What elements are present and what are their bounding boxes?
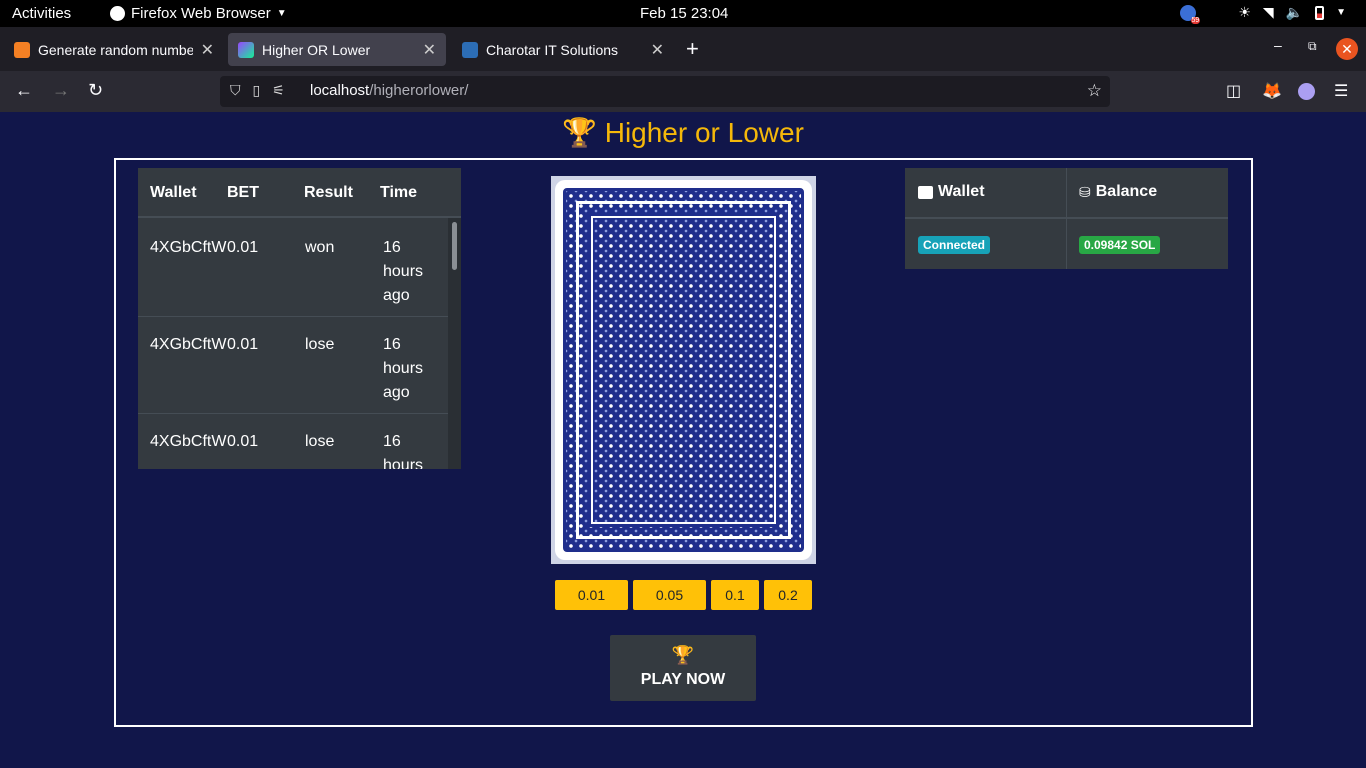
playing-card-back [551, 176, 816, 564]
firefox-icon [110, 6, 125, 21]
shield-icon[interactable]: ⛉ [230, 82, 241, 99]
tab-charotar[interactable]: Charotar IT Solutions ✕ [452, 33, 674, 66]
app-menu[interactable]: Firefox Web Browser ▼ [110, 5, 287, 22]
nav-bar: ← → ↻ ⛉ ▯ ⚟ localhost/higherorlower/ ☆ ◫… [0, 71, 1366, 112]
row-time: 16 hours ago [383, 239, 424, 304]
url-path: /higherorlower/ [369, 82, 469, 99]
table-row: 4XGbCftW 0.01 lose 16 hours ago [138, 317, 448, 414]
connection-status-badge: Connected [918, 236, 991, 254]
tab-random-number[interactable]: Generate random numbe ✕ [4, 33, 224, 66]
row-result: lose [305, 433, 335, 450]
new-tab-icon[interactable]: + [686, 36, 699, 62]
bet-options: 0.01 0.05 0.1 0.2 [555, 580, 812, 610]
wallet-header: Wallet [918, 183, 985, 201]
page-title: 🏆 Higher or Lower [0, 116, 1366, 149]
trophy-icon: 🏆 [562, 117, 597, 148]
balance-badge: 0.09842 SOL [1079, 236, 1161, 254]
battery-icon [1315, 5, 1325, 20]
phantom-wallet-icon[interactable] [1298, 83, 1315, 100]
app-menu-label: Firefox Web Browser [131, 5, 271, 22]
bet-option-button[interactable]: 0.2 [764, 580, 812, 610]
play-now-label: PLAY NOW [640, 671, 726, 688]
wallet-header-label: Wallet [938, 183, 985, 200]
hamburger-menu-icon[interactable]: ☰ [1334, 81, 1348, 101]
bet-option-button[interactable]: 0.05 [633, 580, 706, 610]
chevron-down-icon: ▼ [276, 8, 287, 19]
close-tab-icon[interactable]: ✕ [651, 40, 664, 60]
activities-button[interactable]: Activities [12, 5, 71, 22]
tab-title: Higher OR Lower [262, 41, 371, 58]
forward-icon[interactable]: → [52, 80, 70, 101]
minimize-icon[interactable]: – [1274, 37, 1282, 53]
pocket-icon[interactable]: ◫ [1226, 81, 1241, 101]
window-close-icon[interactable]: ✕ [1336, 38, 1358, 60]
bet-history-table: Wallet BET Result Time 4XGbCftW 0.01 won… [138, 168, 461, 469]
system-top-bar: Activities Firefox Web Browser ▼ Feb 15 … [0, 0, 1366, 27]
bet-option-button[interactable]: 0.01 [555, 580, 628, 610]
notification-count: 59 [1190, 16, 1201, 24]
url-bar[interactable]: ⛉ ▯ ⚟ localhost/higherorlower/ ☆ [220, 76, 1110, 107]
metamask-icon[interactable]: 🦊 [1262, 81, 1282, 101]
table-header: Wallet BET Result Time [138, 168, 461, 218]
play-now-button[interactable]: 🏆 PLAY NOW [610, 635, 756, 701]
row-wallet: 4XGbCftW [150, 239, 227, 256]
stackoverflow-favicon-icon [14, 41, 30, 58]
bet-option-button[interactable]: 0.1 [711, 580, 759, 610]
power-menu-icon: ▼ [1336, 7, 1346, 18]
page-icon[interactable]: ▯ [253, 82, 261, 99]
solana-favicon-icon [238, 41, 254, 58]
table-row: 4XGbCftW 0.01 won 16 hours ago [138, 220, 448, 317]
volume-icon: 🔈 [1285, 4, 1304, 20]
notification-badge-icon[interactable]: 59 [1180, 4, 1201, 24]
coins-icon: ⛁ [1079, 183, 1091, 200]
close-tab-icon[interactable]: ✕ [201, 40, 214, 60]
tab-higher-or-lower[interactable]: Higher OR Lower ✕ [228, 33, 446, 66]
close-tab-icon[interactable]: ✕ [423, 40, 436, 60]
table-scrollbar-thumb[interactable] [452, 222, 457, 270]
maximize-icon[interactable]: ⧉ [1308, 39, 1317, 54]
card-pattern [563, 188, 804, 552]
col-result: Result [304, 184, 353, 201]
tab-title: Charotar IT Solutions [486, 41, 619, 58]
row-bet: 0.01 [227, 239, 259, 256]
row-result: won [305, 239, 335, 256]
row-time: 16 hours ago [383, 433, 424, 469]
wallet-panel: Wallet ⛁ Balance Connected 0.09842 SOL [905, 168, 1228, 269]
row-result: lose [305, 336, 335, 353]
trophy-icon: 🏆 [671, 645, 695, 665]
url-host: localhost [310, 82, 370, 99]
back-icon[interactable]: ← [15, 80, 33, 101]
row-time: 16 hours ago [383, 336, 424, 401]
system-tray[interactable]: 59 ☀ ◥ 🔈 ▼ [1180, 4, 1346, 24]
row-bet: 0.01 [227, 433, 259, 450]
col-wallet: Wallet [150, 184, 197, 201]
row-wallet: 4XGbCftW [150, 336, 227, 353]
tab-bar: Generate random numbe ✕ Higher OR Lower … [0, 27, 1366, 71]
bookmark-star-icon[interactable]: ☆ [1087, 81, 1102, 101]
brightness-icon: ☀ [1238, 4, 1251, 20]
wifi-icon: ◥ [1262, 4, 1274, 20]
url-text[interactable]: localhost/higherorlower/ [310, 82, 468, 99]
row-wallet: 4XGbCftW [150, 433, 227, 450]
reload-icon[interactable]: ↻ [88, 80, 103, 101]
col-bet: BET [227, 184, 259, 201]
balance-header-label: Balance [1095, 183, 1158, 200]
balance-header: ⛁ Balance [1079, 183, 1157, 201]
col-time: Time [380, 184, 418, 201]
charotar-favicon-icon [462, 41, 478, 58]
page-title-text: Higher or Lower [604, 117, 804, 148]
wallet-icon [918, 185, 933, 199]
table-row: 4XGbCftW 0.01 lose 16 hours ago [138, 414, 448, 469]
permissions-icon[interactable]: ⚟ [272, 82, 285, 99]
row-bet: 0.01 [227, 336, 259, 353]
tab-title: Generate random numbe [38, 41, 193, 58]
clock[interactable]: Feb 15 23:04 [640, 5, 728, 22]
